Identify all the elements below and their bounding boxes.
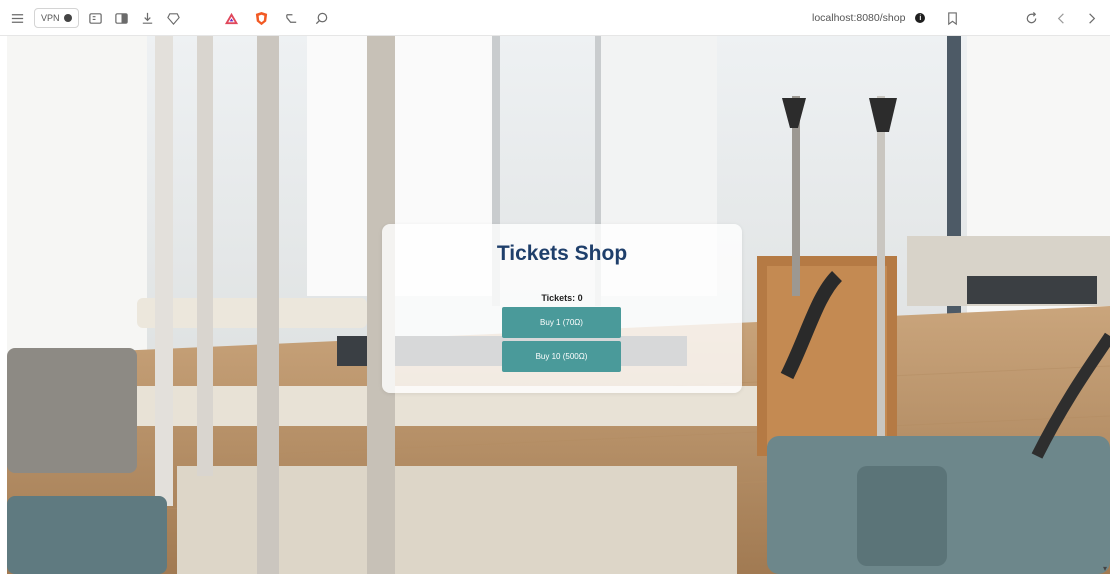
resize-corner-icon: ▾ bbox=[1102, 564, 1107, 573]
page-viewport: Tickets Shop Tickets: 0 Buy 1 (70Ω) Buy … bbox=[7, 36, 1110, 574]
bookmark-icon[interactable] bbox=[943, 9, 961, 27]
address-bar[interactable]: localhost:8080/shop i bbox=[812, 0, 961, 36]
buy-10-button[interactable]: Buy 10 (500Ω) bbox=[502, 341, 621, 372]
forward-icon[interactable] bbox=[1082, 9, 1100, 27]
shop-title: Tickets Shop bbox=[496, 242, 628, 265]
vpn-button[interactable]: VPN bbox=[34, 8, 79, 28]
split-view-icon[interactable] bbox=[113, 9, 131, 27]
browser-toolbar: VPN localhost:8080/shop i bbox=[0, 0, 1110, 36]
vpn-label: VPN bbox=[41, 13, 60, 23]
tickets-count: Tickets: 0 bbox=[541, 293, 583, 303]
toolbar-mid-group bbox=[222, 0, 330, 36]
toolbar-nav-group bbox=[1022, 0, 1100, 36]
toolbar-left-group: VPN bbox=[8, 0, 183, 36]
search-icon[interactable] bbox=[312, 9, 330, 27]
vpn-icon bbox=[63, 14, 72, 22]
brave-shields-icon[interactable] bbox=[252, 9, 270, 27]
shop-panel: Tickets Shop Tickets: 0 Buy 1 (70Ω) Buy … bbox=[382, 224, 742, 393]
menu-icon[interactable] bbox=[8, 9, 26, 27]
site-info-icon[interactable]: i bbox=[915, 13, 926, 23]
brave-aurora-icon[interactable] bbox=[222, 9, 240, 27]
sidebar-icon[interactable] bbox=[87, 9, 105, 27]
url-text[interactable]: localhost:8080/shop bbox=[812, 12, 905, 24]
rewards-icon[interactable] bbox=[165, 9, 183, 27]
reload-icon[interactable] bbox=[1022, 9, 1040, 27]
download-icon[interactable] bbox=[139, 9, 157, 27]
buy-1-button[interactable]: Buy 1 (70Ω) bbox=[502, 307, 621, 338]
back-icon[interactable] bbox=[1052, 9, 1070, 27]
share-icon[interactable] bbox=[282, 9, 300, 27]
